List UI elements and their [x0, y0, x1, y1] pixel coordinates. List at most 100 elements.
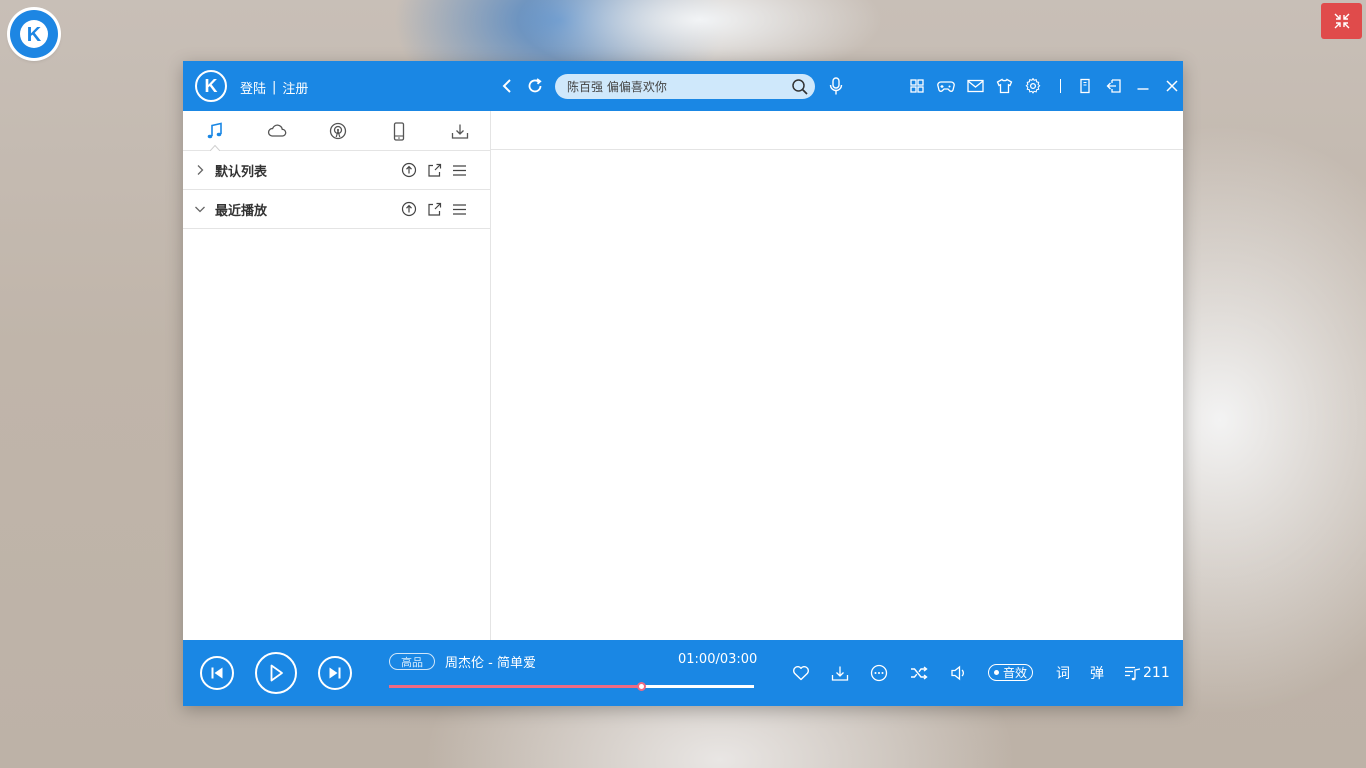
collapse-arrows-icon: [1334, 13, 1349, 29]
download-song-button[interactable]: [830, 663, 850, 683]
gamepad-icon: [937, 81, 955, 92]
mini-mode-icon: [1080, 78, 1090, 94]
progress-bar[interactable]: [389, 682, 754, 691]
next-button[interactable]: [318, 656, 352, 690]
upload-button[interactable]: [401, 201, 417, 217]
menu-button[interactable]: [451, 162, 467, 178]
active-tab-caret: [210, 144, 220, 151]
share-icon: [427, 202, 441, 216]
restore-window-button[interactable]: [1321, 3, 1362, 39]
volume-icon: [951, 665, 964, 681]
search-button[interactable]: [791, 78, 809, 96]
settings-button[interactable]: [1023, 76, 1043, 96]
player-bar: 高品 周杰伦 - 简单爱 01:00/03:00 音效 词 弹 211: [183, 640, 1183, 706]
shuffle-button[interactable]: [909, 663, 929, 683]
play-button[interactable]: [255, 652, 297, 694]
toolbar-divider: [1060, 79, 1061, 93]
desktop-app-icon[interactable]: K: [10, 10, 58, 58]
play-queue-button[interactable]: 211: [1124, 663, 1170, 683]
chevron-down-icon: [193, 202, 207, 216]
lyrics-button[interactable]: 词: [1056, 663, 1070, 683]
voice-search-button[interactable]: [826, 76, 846, 96]
volume-button[interactable]: [949, 663, 969, 683]
play-time: 01:00/03:00: [678, 652, 758, 667]
playlist-name: 最近播放: [215, 203, 268, 219]
playlist-queue-icon: [1125, 666, 1141, 681]
next-icon: [329, 667, 341, 679]
register-link[interactable]: 注册: [282, 78, 308, 97]
sound-effect-button[interactable]: 音效: [988, 664, 1034, 681]
games-button[interactable]: [936, 76, 956, 96]
playlist-name: 默认列表: [215, 164, 268, 180]
danmaku-button[interactable]: 弹: [1090, 663, 1104, 683]
sound-effect-dot-icon: [994, 670, 999, 675]
upload-circle-icon: [401, 201, 417, 217]
exit-window-button[interactable]: [1104, 76, 1124, 96]
apps-button[interactable]: [907, 76, 927, 96]
song-title: 周杰伦 - 简单爱: [445, 656, 536, 671]
main-header-area: [491, 111, 1183, 150]
refresh-button[interactable]: [524, 75, 546, 97]
previous-icon: [211, 667, 223, 679]
cloud-icon: [267, 124, 287, 137]
exit-window-icon: [1106, 79, 1121, 93]
mini-mode-button[interactable]: [1075, 76, 1095, 96]
minimize-button[interactable]: [1133, 76, 1153, 96]
mail-icon: [966, 79, 984, 93]
menu-button[interactable]: [451, 201, 467, 217]
login-link[interactable]: 登陆: [240, 78, 266, 97]
sound-effect-label: 音效: [1003, 666, 1028, 680]
search-input[interactable]: [567, 79, 791, 94]
desktop-logo-letter: K: [27, 24, 42, 46]
progress-handle[interactable]: [636, 682, 646, 691]
search-box: [555, 74, 815, 99]
apps-grid-icon: [910, 79, 924, 93]
music-note-icon: [207, 122, 222, 139]
toolbar-icons: [907, 76, 1191, 96]
heart-icon: [793, 666, 809, 681]
main-content: [491, 150, 1183, 640]
tab-downloads[interactable]: [448, 120, 472, 142]
menu-icon: [452, 164, 466, 176]
shuffle-icon: [911, 666, 928, 680]
more-button[interactable]: [869, 663, 889, 683]
app-logo-letter: K: [204, 75, 218, 96]
refresh-icon: [528, 78, 542, 93]
share-button[interactable]: [426, 201, 442, 217]
share-icon: [427, 163, 441, 177]
progress-played: [389, 685, 641, 688]
play-icon: [270, 664, 283, 682]
title-bar: K 登陆 | 注册: [183, 61, 1183, 111]
skin-button[interactable]: [994, 76, 1014, 96]
playlist-recent[interactable]: 最近播放: [183, 190, 491, 229]
menu-icon: [452, 203, 466, 215]
favorite-button[interactable]: [791, 663, 811, 683]
phone-icon: [393, 121, 405, 141]
tab-cloud[interactable]: [265, 120, 289, 142]
account-links: 登陆 | 注册: [240, 78, 308, 97]
previous-button[interactable]: [200, 656, 234, 690]
close-icon: [1166, 80, 1178, 92]
tab-radio[interactable]: [326, 120, 350, 142]
upload-button[interactable]: [401, 162, 417, 178]
back-button[interactable]: [496, 75, 518, 97]
queue-count: 211: [1143, 665, 1170, 681]
kugou-window: K 登陆 | 注册 陈百强 偏偏喜欢你 默认列表 最近播放 高品 周杰伦 - 简…: [183, 61, 1183, 706]
tab-mobile[interactable]: [387, 120, 411, 142]
share-button[interactable]: [426, 162, 442, 178]
settings-gear-icon: [1025, 78, 1041, 94]
k-logo-icon: K: [20, 20, 48, 48]
messages-button[interactable]: [965, 76, 985, 96]
chevron-right-icon: [193, 163, 207, 177]
app-logo[interactable]: K: [195, 70, 227, 102]
microphone-icon: [829, 76, 843, 94]
sidebar-tabs: [183, 111, 491, 151]
more-dots-icon: [870, 664, 888, 682]
quality-badge[interactable]: 高品: [389, 653, 435, 670]
download-icon: [451, 124, 469, 139]
radio-icon: [329, 122, 347, 140]
playlist-default[interactable]: 默认列表: [183, 151, 491, 190]
tab-my-music[interactable]: [203, 120, 227, 142]
close-button[interactable]: [1162, 76, 1182, 96]
tshirt-skin-icon: [996, 78, 1012, 94]
